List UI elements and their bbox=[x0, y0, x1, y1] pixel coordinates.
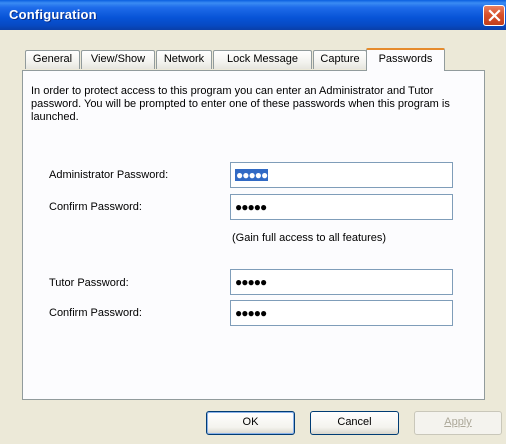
title-bar[interactable]: Configuration bbox=[0, 0, 506, 30]
window-title: Configuration bbox=[9, 7, 97, 22]
admin-password-field[interactable]: ●●●●● bbox=[230, 162, 453, 188]
tutor-password-label: Tutor Password: bbox=[49, 277, 129, 289]
close-button[interactable] bbox=[483, 5, 505, 26]
tab-view-show[interactable]: View/Show bbox=[81, 50, 155, 69]
ok-button[interactable]: OK bbox=[206, 411, 295, 435]
admin-confirm-value: ●●●●● bbox=[235, 200, 267, 214]
tab-network[interactable]: Network bbox=[156, 50, 212, 69]
tutor-password-value: ●●●●● bbox=[235, 275, 267, 289]
admin-confirm-label: Confirm Password: bbox=[49, 201, 142, 213]
intro-text: In order to protect access to this progr… bbox=[31, 85, 450, 123]
admin-password-value: ●●●●● bbox=[235, 168, 268, 182]
admin-access-note: (Gain full access to all features) bbox=[232, 232, 387, 244]
tutor-confirm-field[interactable]: ●●●●● bbox=[230, 300, 453, 326]
tab-lock-message[interactable]: Lock Message bbox=[213, 50, 312, 69]
configuration-dialog: Configuration General View/Show Network … bbox=[0, 0, 506, 444]
tutor-confirm-value: ●●●●● bbox=[235, 306, 267, 320]
apply-button[interactable]: Apply bbox=[414, 411, 502, 435]
tutor-password-field[interactable]: ●●●●● bbox=[230, 269, 453, 295]
tab-capture[interactable]: Capture bbox=[313, 50, 367, 69]
cancel-button[interactable]: Cancel bbox=[310, 411, 399, 435]
apply-button-label: Apply bbox=[444, 416, 472, 428]
tab-general[interactable]: General bbox=[25, 50, 80, 69]
tutor-confirm-label: Confirm Password: bbox=[49, 307, 142, 319]
close-icon bbox=[488, 9, 501, 22]
tab-passwords[interactable]: Passwords bbox=[366, 48, 445, 71]
admin-password-label: Administrator Password: bbox=[49, 169, 169, 181]
admin-confirm-field[interactable]: ●●●●● bbox=[230, 194, 453, 220]
